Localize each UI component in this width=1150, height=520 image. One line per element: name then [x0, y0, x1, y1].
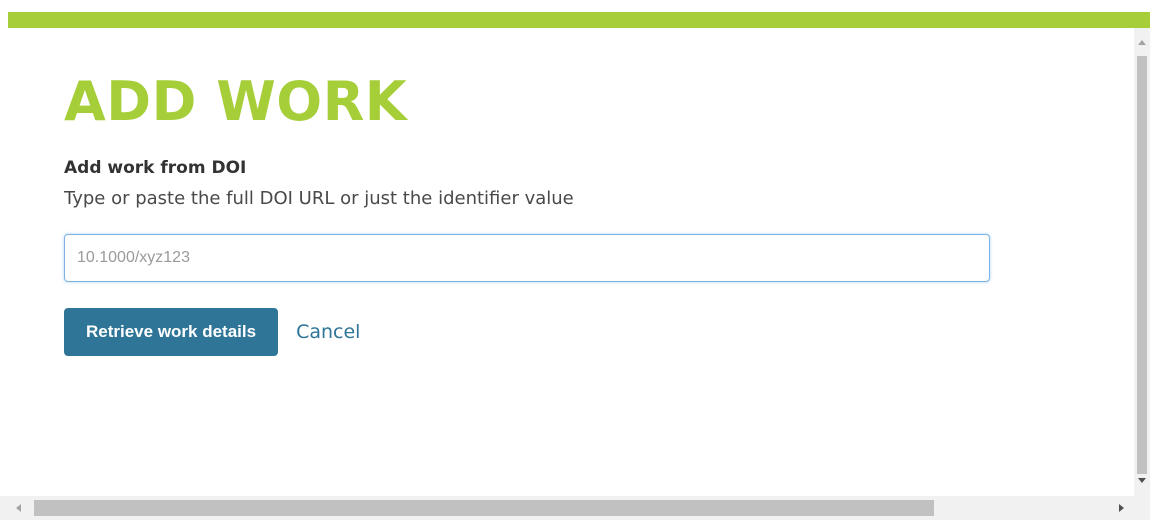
dialog-content: ADD WORK Add work from DOI Type or paste… — [64, 70, 1004, 356]
scroll-right-arrow-icon[interactable] — [1119, 504, 1124, 512]
accent-top-bar — [8, 12, 1150, 28]
scroll-left-arrow-icon[interactable] — [16, 504, 21, 512]
horizontal-scrollbar-thumb[interactable] — [34, 500, 934, 516]
dialog-actions: Retrieve work details Cancel — [64, 308, 1004, 356]
doi-input[interactable] — [64, 234, 990, 282]
scroll-down-arrow-icon[interactable] — [1138, 478, 1146, 483]
cancel-link[interactable]: Cancel — [296, 321, 360, 343]
scroll-up-arrow-icon[interactable] — [1138, 40, 1146, 45]
vertical-scrollbar-thumb[interactable] — [1137, 56, 1147, 474]
add-work-dialog: ADD WORK Add work from DOI Type or paste… — [0, 0, 1150, 520]
vertical-scrollbar[interactable] — [1134, 28, 1150, 496]
horizontal-scrollbar[interactable] — [0, 496, 1150, 520]
page-title: ADD WORK — [64, 70, 408, 133]
retrieve-work-details-button[interactable]: Retrieve work details — [64, 308, 279, 356]
section-description: Type or paste the full DOI URL or just t… — [64, 188, 574, 209]
section-heading: Add work from DOI — [64, 158, 247, 178]
